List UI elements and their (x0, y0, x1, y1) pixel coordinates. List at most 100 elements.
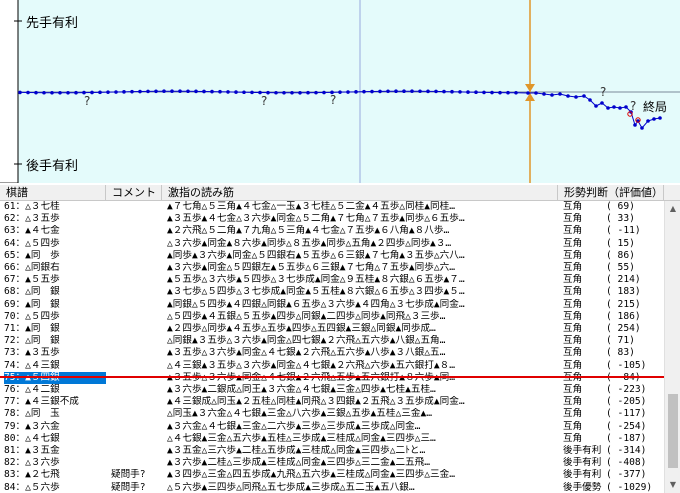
judgment-cell: 後手有利 (563, 445, 602, 456)
table-row[interactable]: 63：▲４七金 ▲２六飛△５二角▲７九角△５三角▲４七金△７五歩▲６八角▲８八歩…… (0, 225, 664, 237)
move-cell: 67：▲５五歩 (4, 274, 60, 286)
table-row[interactable]: 77：▲４三銀不成 ▲４三銀成△同玉▲２五桂△同桂▲同飛△３四銀▲２五飛△３五歩成… (0, 396, 664, 408)
table-row[interactable]: 81：▲３五金 ▲３五金△三六歩▲二桂△五歩成▲三桂成△同金▲三四歩△二ﾄと… 後手… (0, 445, 664, 457)
eval-cell: ( 83) (606, 347, 635, 359)
evaluation-point (458, 90, 462, 94)
comment-cell: 疑問手? (111, 481, 146, 493)
doubtful-move-mark: ? (330, 93, 336, 107)
evaluation-point (434, 89, 438, 94)
evaluation-point (566, 94, 570, 98)
scrollbar-thumb[interactable] (668, 394, 678, 468)
evaluation-graph[interactable]: ????? 先手有利 後手有利 終局 (0, 0, 680, 183)
pv-cell: ▲３六金△４七銀▲三金△二六歩▲三歩△三歩成▲三歩成△同金… (167, 420, 421, 432)
table-row[interactable]: 61：△３七桂 ▲７七角△５三角▲４七金△一玉▲３七桂△５二金▲４五歩△同桂▲同桂… (0, 201, 664, 213)
evaluation-point (18, 90, 22, 95)
evaluation-point (418, 89, 422, 94)
table-row[interactable]: 66：△同銀右 ▲３六歩▲同金△５四銀左▲５五歩△６三銀▲７七角△７五歩▲同歩△六… (0, 262, 664, 274)
evaluation-point (582, 94, 586, 98)
table-row[interactable]: 67：▲５五歩 ▲５五歩△３六歩▲５四歩△３七歩成▲同金△９五桂▲８六銀△６五歩▲… (0, 274, 664, 286)
table-row[interactable]: 71：▲同 銀 ▲２四歩△同歩▲４五歩△五歩▲四歩△五四銀▲三銀△同銀▲同歩成… 互… (0, 323, 664, 335)
pv-cell: ▲３五歩△３六歩▲同金△４七銀▲２六飛△五六歩▲八歩▲３八銀△五… (167, 347, 446, 359)
eval-cell: ( -117) (606, 408, 647, 420)
current-move-marker-line (0, 376, 664, 378)
table-row[interactable]: 65：▲同 歩 ▲同歩▲３六歩▲同金△５四銀右▲５五歩△６三銀▲７七角▲３五歩△六… (0, 250, 664, 262)
header-move[interactable]: 棋譜 (0, 185, 106, 201)
table-row[interactable]: 84：△５六歩 疑問手? △５六歩▲三四歩△同飛△五七歩成▲三歩成△五二玉▲五八銀…… (0, 482, 664, 493)
evaluation-graph-canvas[interactable]: ????? (0, 0, 680, 183)
evaluation-point (162, 89, 166, 94)
eval-cell: ( 71) (606, 335, 635, 347)
eval-cell: ( -187) (606, 432, 647, 444)
evaluation-point (42, 90, 46, 95)
pv-cell: ▲２六飛△５二角▲７九角△５三角▲４七金△７五歩▲６八角▲８八歩… (167, 225, 450, 237)
judgment-cell: 互角 (563, 359, 583, 371)
evaluation-point (322, 90, 326, 95)
evaluation-point (600, 101, 604, 105)
table-row[interactable]: 62：△３五歩 ▲３五歩▲４七金△３六歩▲同金△５二角▲７七角△７五歩▲同歩△６五… (0, 213, 664, 225)
kifu-analysis-list[interactable]: 棋譜 コメント 激指の読み筋 形勢判断（評価値） 61：△３七桂 ▲７七角△５三角… (0, 185, 680, 493)
table-row[interactable]: 79：▲３六金 ▲３六金△４七銀▲三金△二六歩▲三歩△三歩成▲三歩成△同金… 互角 (… (0, 421, 664, 433)
scroll-up-icon[interactable]: ▲ (665, 201, 680, 217)
evaluation-point (218, 89, 222, 94)
pv-cell: ▲同銀△５四歩▲４四銀△同銀▲６五歩△３六歩▲４四角△３七歩成▲同金… (167, 298, 465, 310)
judgment-cell: 互角 (563, 384, 583, 395)
evaluation-point (66, 90, 70, 95)
table-row[interactable]: 72：△同 銀 △同銀▲３五歩△３六歩▲同金△四七銀▲２六飛△五六歩▲八銀△五角…… (0, 335, 664, 347)
pv-cell: ▲３六歩▲二桂△三歩成▲三桂成△同金▲三四歩△三二金▲二五飛… (167, 457, 431, 469)
doubtful-move-mark: ? (600, 85, 606, 99)
header-pv[interactable]: 激指の読み筋 (162, 185, 558, 201)
move-cell: 65：▲同 歩 (4, 249, 60, 261)
evaluation-point (306, 90, 310, 95)
judgment-cell: 互角 (563, 286, 583, 298)
header-judgment[interactable]: 形勢判断（評価値） (558, 185, 664, 201)
evaluation-point (274, 90, 278, 95)
header-comment[interactable]: コメント (106, 185, 162, 201)
pv-cell: △４三銀▲３五歩△３六歩▲同金△４七銀▲２六飛△六歩▲五六銀打▲８… (167, 359, 456, 371)
judgment-cell: 互角 (563, 396, 583, 408)
move-cell: 84：△５六歩 (4, 481, 60, 493)
judgment-cell: 互角 (563, 237, 583, 249)
eval-cell: ( 215) (606, 298, 641, 310)
evaluation-point (618, 106, 622, 110)
evaluation-point (130, 89, 134, 94)
judgment-cell: 互角 (563, 420, 583, 432)
move-cell: 78：△同 玉 (4, 408, 60, 420)
evaluation-point (490, 90, 494, 95)
scroll-down-icon[interactable]: ▼ (665, 477, 680, 493)
table-row[interactable]: 73：▲３五歩 ▲３五歩△３六歩▲同金△４七銀▲２六飛△五六歩▲八歩▲３八銀△五…… (0, 347, 664, 359)
evaluation-point (58, 90, 62, 95)
evaluation-point (410, 89, 414, 94)
table-row[interactable]: 83：▲２七飛 疑問手? ▲３四歩△三金△四五歩成▲九飛△五六歩▲三桂成△同金▲三四… (0, 469, 664, 481)
table-row[interactable]: 76：△４二銀 ▲３六歩▲二銀成△同王▲３六金△４七銀▲三金△四歩▲七桂▲五桂… 互… (0, 384, 664, 396)
pv-cell: ▲７七角△５三角▲４七金△一玉▲３七桂△５二金▲４五歩△同桂▲同桂… (167, 201, 456, 212)
table-row[interactable]: 64：△５四歩 △３六歩▲同金▲８六歩▲同歩△８五歩▲同歩△五角▲２四歩△同歩▲３… (0, 238, 664, 250)
judgment-cell: 互角 (563, 225, 583, 237)
evaluation-point (633, 123, 637, 127)
eval-cell: ( 86) (606, 249, 635, 261)
pv-cell: ▲３五金△三六歩▲二桂△五歩成▲三桂成△同金▲三四歩△二ﾄと… (167, 445, 426, 456)
evaluation-point (74, 90, 78, 95)
judgment-cell: 互角 (563, 432, 583, 444)
table-row[interactable]: 82：△３六歩 ▲３六歩▲二桂△三歩成▲三桂成△同金▲三四歩△三二金▲二五飛… 後手… (0, 457, 664, 469)
vertical-scrollbar[interactable]: ▲ ▼ (664, 201, 680, 493)
doubtful-move-mark: ? (261, 94, 267, 108)
table-row[interactable]: 70：△５四歩 △５四歩▲４五銀△５五歩▲四歩△同銀▲二四歩△同歩▲同飛△３三歩…… (0, 311, 664, 323)
table-row[interactable]: 74：△４三銀 △４三銀▲３五歩△３六歩▲同金△４七銀▲２六飛△六歩▲五六銀打▲８… (0, 360, 664, 372)
evaluation-point (550, 93, 554, 97)
table-row[interactable]: 69：▲同 銀 ▲同銀△５四歩▲４四銀△同銀▲６五歩△３六歩▲４四角△３七歩成▲同… (0, 299, 664, 311)
judgment-cell: 互角 (563, 323, 583, 334)
evaluation-point (386, 89, 390, 94)
table-row[interactable]: 68：△同 銀 ▲３七歩△５四歩△３七歩成▲同金▲５五桂▲８六銀△６五歩△３四歩▲… (0, 286, 664, 298)
table-row[interactable]: 78：△同 玉 △同玉▲３六金△４七銀▲三金△八六歩▲三銀△五歩▲五桂△三金▲… 互… (0, 408, 664, 420)
gote-advantage-label: 後手有利 (26, 159, 79, 174)
evaluation-point (338, 90, 342, 94)
evaluation-point (34, 90, 38, 95)
list-header: 棋譜 コメント 激指の読み筋 形勢判断（評価値） (0, 185, 680, 201)
move-cell: 76：△４二銀 (4, 384, 60, 395)
pv-cell: △５六歩▲三四歩△同飛△五七歩成▲三歩成△五二玉▲五八銀… (167, 481, 415, 493)
judgment-cell: 互角 (563, 298, 583, 310)
table-row[interactable]: 80：△４七銀 △４七銀▲三金△五六歩▲五桂△三歩成▲三桂成△同金▲三四歩△三… 互… (0, 433, 664, 445)
move-cell: 64：△５四歩 (4, 237, 60, 249)
pv-cell: ▲５五歩△３六歩▲５四歩△３七歩成▲同金△９五桂▲８六銀△６五歩▲７… (167, 274, 465, 286)
evaluation-point (114, 90, 118, 94)
